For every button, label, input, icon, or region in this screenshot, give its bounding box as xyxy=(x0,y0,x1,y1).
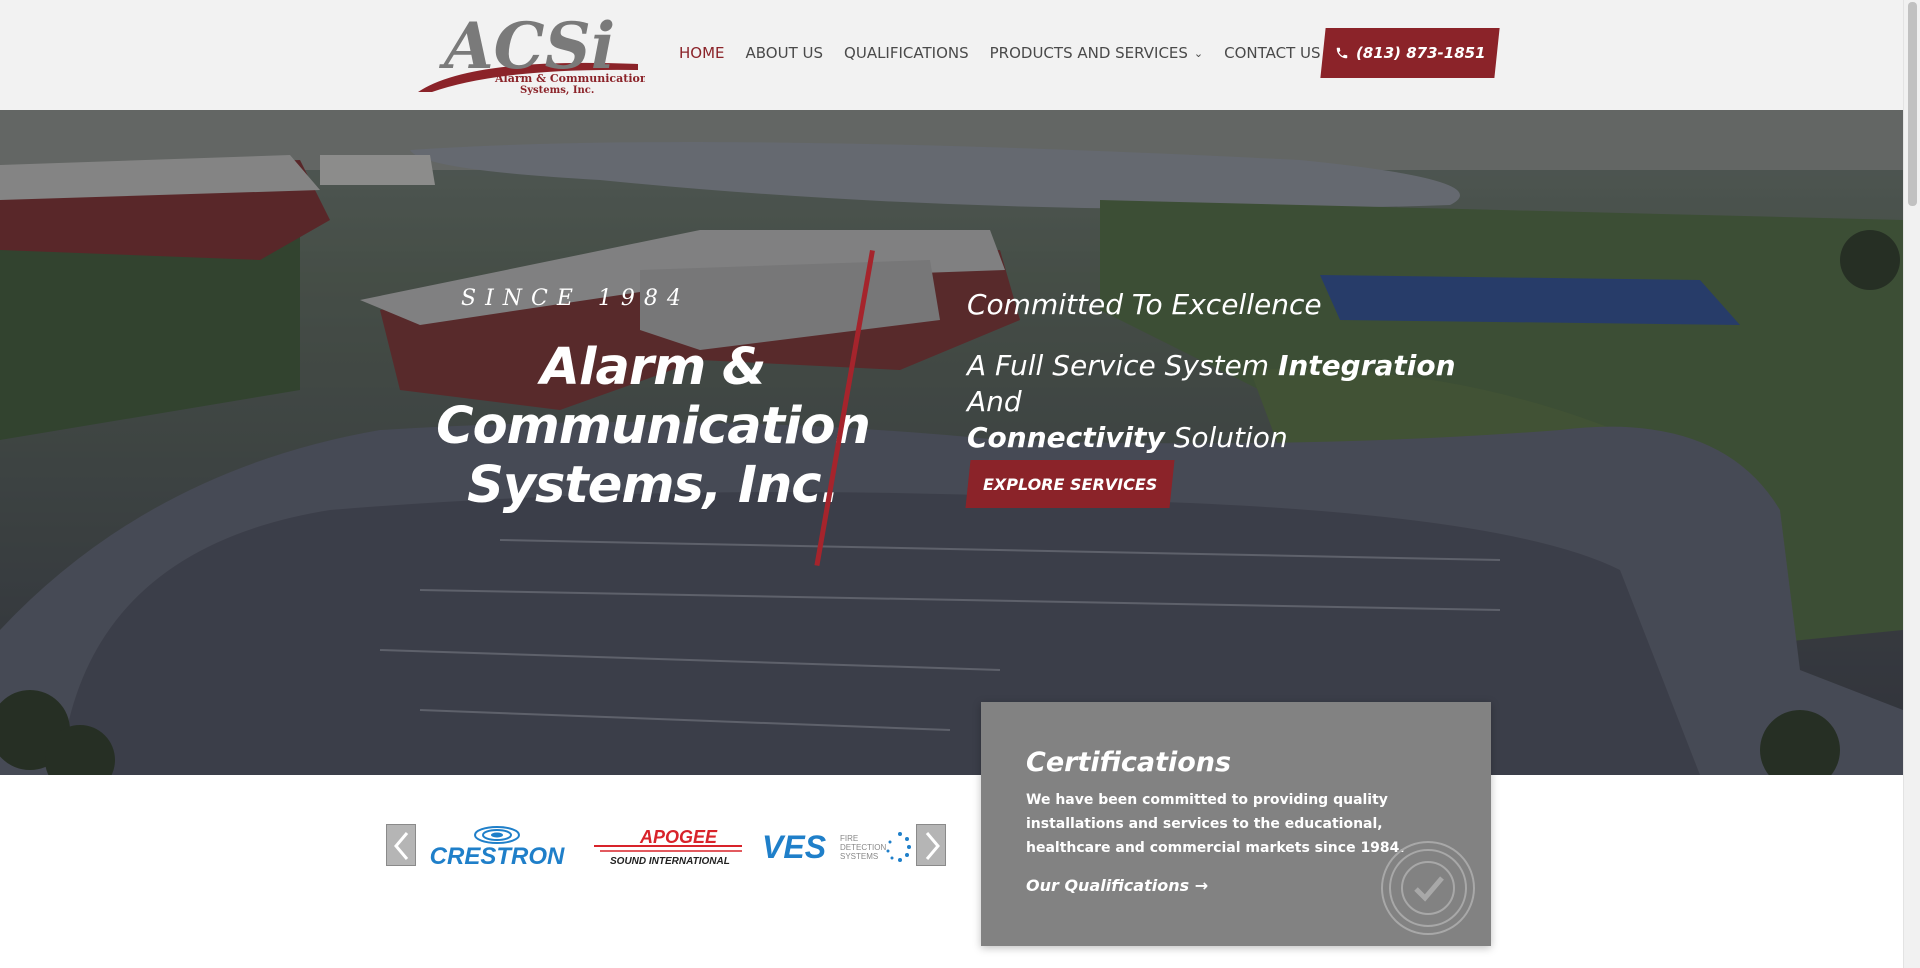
brand-ves-text: VES xyxy=(762,829,827,865)
chevron-down-icon: ⌄ xyxy=(1193,47,1204,60)
brand-logo-apogee[interactable]: APOGEE SOUND INTERNATIONAL xyxy=(590,824,746,868)
tagline-heading: Committed To Excellence xyxy=(967,288,1322,321)
tagline-emphasis: Integration xyxy=(1277,349,1456,382)
site-header: ACSi Alarm & Communication Systems, Inc.… xyxy=(0,0,1903,110)
brand-apogee-sub: SOUND INTERNATIONAL xyxy=(610,856,730,867)
chevron-left-icon xyxy=(394,832,409,860)
certifications-card: Certifications We have been committed to… xyxy=(981,702,1491,946)
phone-call-button[interactable]: (813) 873-1851 xyxy=(1320,28,1500,78)
phone-number: (813) 873-1851 xyxy=(1355,44,1486,62)
nav-about-us[interactable]: ABOUT US xyxy=(746,44,824,62)
tagline-text: A Full Service System Integration And Co… xyxy=(967,348,1507,456)
chevron-right-icon xyxy=(925,832,940,860)
brand-crestron-text: CRESTRON xyxy=(430,843,565,868)
brand-ves-sub: SYSTEMS xyxy=(840,852,878,861)
tagline-part: A Full Service System xyxy=(967,349,1278,382)
page-scrollbar[interactable] xyxy=(1903,0,1920,968)
phone-icon xyxy=(1336,47,1347,59)
main-nav: HOME ABOUT US QUALIFICATIONS PRODUCTS AN… xyxy=(679,44,1342,62)
nav-products-and-services[interactable]: PRODUCTS AND SERVICES ⌄ xyxy=(990,44,1204,62)
explore-services-label: EXPLORE SERVICES xyxy=(982,474,1158,494)
nav-contact-us[interactable]: CONTACT US xyxy=(1224,44,1320,62)
tagline-emphasis: Connectivity xyxy=(967,421,1165,454)
brand-ves-sub: DETECTION xyxy=(840,843,886,852)
brand-ves-sub: FIRE xyxy=(840,834,858,843)
hero-overlay xyxy=(0,110,1903,775)
logo-sub-line2: Systems, Inc. xyxy=(520,85,594,96)
brand-logo-crestron[interactable]: CRESTRON xyxy=(420,824,574,868)
brand-logo-ves[interactable]: VES FIRE DETECTION SYSTEMS xyxy=(762,824,914,868)
tagline-part: Solution xyxy=(1164,421,1288,454)
scrollbar-thumb[interactable] xyxy=(1908,2,1917,206)
hero-section: SINCE 1984 Alarm & Communication Systems… xyxy=(0,110,1903,775)
nav-qualifications[interactable]: QUALIFICATIONS xyxy=(844,44,969,62)
tagline-part: And xyxy=(967,385,1022,418)
acsi-logo[interactable]: ACSi Alarm & Communication Systems, Inc. xyxy=(410,12,645,98)
carousel-prev-button[interactable] xyxy=(386,824,416,866)
partner-logo-carousel: CRESTRON APOGEE SOUND INTERNATIONAL VES … xyxy=(386,824,948,868)
nav-home[interactable]: HOME xyxy=(679,44,725,62)
certifications-title: Certifications xyxy=(1026,747,1232,778)
our-qualifications-link[interactable]: Our Qualifications → xyxy=(1026,876,1208,895)
carousel-next-button[interactable] xyxy=(916,824,946,866)
explore-services-button[interactable]: EXPLORE SERVICES xyxy=(965,460,1175,508)
nav-products-label: PRODUCTS AND SERVICES xyxy=(989,44,1188,62)
check-badge-icon xyxy=(1381,841,1475,935)
logo-sub-line1: Alarm & Communication xyxy=(494,72,645,85)
company-name-heading: Alarm & Communication Systems, Inc. xyxy=(436,338,871,515)
brand-apogee-text: APOGEE xyxy=(639,827,718,847)
since-label: SINCE 1984 xyxy=(461,286,690,311)
